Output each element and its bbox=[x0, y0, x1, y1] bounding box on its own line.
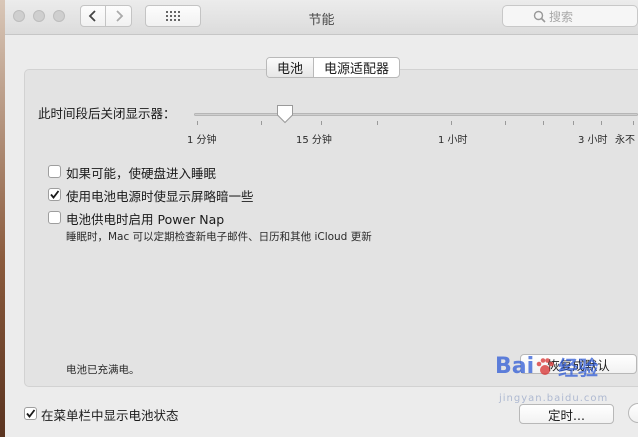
slider-tick bbox=[505, 121, 506, 125]
slider-tick bbox=[197, 121, 198, 125]
slider-tick bbox=[261, 121, 262, 125]
display-sleep-label: 此时间段后关闭显示器： bbox=[38, 106, 176, 121]
power-nap-label: 电池供电时启用 Power Nap bbox=[66, 212, 225, 227]
hard-disk-sleep-label: 如果可能，使硬盘进入睡眠 bbox=[66, 166, 217, 181]
tick-label-never: 永不 bbox=[615, 135, 635, 146]
tab-power-adapter[interactable]: 电源适配器 bbox=[314, 58, 399, 77]
search-input[interactable]: 搜索 bbox=[502, 5, 638, 27]
tick-label-15min: 15 分钟 bbox=[296, 135, 332, 146]
display-sleep-slider[interactable] bbox=[194, 113, 638, 116]
tab-battery[interactable]: 电池 bbox=[267, 58, 315, 77]
watermark-url: jingyan.baidu.com bbox=[499, 393, 609, 404]
slider-tick bbox=[543, 121, 544, 125]
slider-thumb[interactable] bbox=[276, 104, 294, 124]
search-placeholder: 搜索 bbox=[549, 9, 574, 24]
battery-status-text: 电池已充满电。 bbox=[66, 364, 140, 376]
tick-label-1hour: 1 小时 bbox=[438, 135, 468, 146]
window-toolbar: 节能 搜索 bbox=[5, 0, 638, 35]
schedule-button[interactable]: 定时... bbox=[519, 404, 614, 424]
tick-label-1min: 1 分钟 bbox=[187, 135, 217, 146]
checkmark-icon bbox=[26, 409, 36, 418]
dim-display-label: 使用电池电源时使显示屏略暗一些 bbox=[66, 189, 254, 204]
energy-saver-window: 节能 搜索 电池 电源适配器 此时间段后关闭显示器： 1 分钟 15 分钟 1 … bbox=[5, 0, 638, 437]
dim-display-checkbox[interactable] bbox=[48, 188, 61, 201]
search-icon bbox=[533, 10, 546, 23]
tick-label-3hours: 3 小时 bbox=[578, 135, 608, 146]
slider-tick bbox=[633, 121, 634, 125]
slider-tick bbox=[451, 121, 452, 125]
slider-tick bbox=[321, 121, 322, 125]
slider-tick bbox=[573, 121, 574, 125]
help-button[interactable] bbox=[628, 403, 638, 423]
show-battery-menubar-checkbox[interactable] bbox=[24, 407, 37, 420]
power-nap-checkbox[interactable] bbox=[48, 211, 61, 224]
power-source-tabs: 电池 电源适配器 bbox=[266, 57, 401, 78]
slider-tick bbox=[377, 121, 378, 125]
slider-tick bbox=[601, 121, 602, 125]
hard-disk-sleep-checkbox[interactable] bbox=[48, 165, 61, 178]
power-nap-description: 睡眠时，Mac 可以定期检查新电子邮件、日历和其他 iCloud 更新 bbox=[66, 231, 372, 243]
checkmark-icon bbox=[50, 190, 60, 199]
restore-defaults-button[interactable]: 恢复成默认 bbox=[520, 354, 637, 374]
show-battery-menubar-label: 在菜单栏中显示电池状态 bbox=[41, 408, 179, 423]
